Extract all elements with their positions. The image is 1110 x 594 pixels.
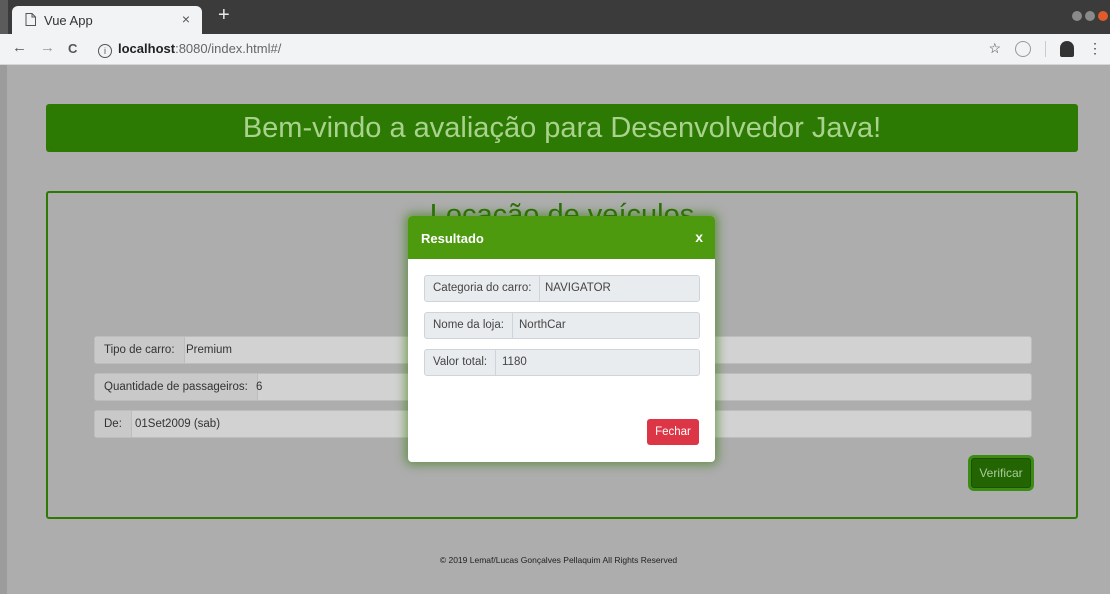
passengers-label: Quantidade de passageiros: [95,374,258,400]
car-type-label: Tipo de carro: [95,337,185,363]
welcome-banner: Bem-vindo a avaliação para Desenvolvedor… [46,104,1078,152]
browser-tab-bar: Vue App × + [0,0,1110,34]
store-name-field: Nome da loja: NorthCar [424,312,700,339]
modal-title: Resultado [421,231,484,246]
verify-button[interactable]: Verificar [971,458,1031,488]
url-path: :8080/index.html#/ [175,41,282,56]
browser-menu-icon[interactable]: ⋮ [1088,40,1102,57]
window-close-button[interactable] [1098,11,1108,21]
address-bar[interactable]: i localhost:8080/index.html#/ [98,41,281,58]
result-modal: Resultado x Categoria do carro: NAVIGATO… [408,216,715,462]
forward-button[interactable]: → [40,40,55,56]
total-value-label: Valor total: [425,350,497,375]
passengers-value: 6 [256,381,263,393]
back-button[interactable]: ← [12,40,27,56]
car-category-field: Categoria do carro: NAVIGATOR [424,275,700,302]
reload-button[interactable]: C [68,41,77,57]
close-button[interactable]: Fechar [647,419,699,445]
maximize-button[interactable] [1085,11,1095,21]
footer-copyright: © 2019 Lemaf/Lucas Gonçalves Pellaquim A… [439,555,678,565]
browser-tab[interactable]: Vue App × [12,6,202,34]
new-tab-button[interactable]: + [218,5,230,25]
tab-title: Vue App [44,13,93,28]
url-host: localhost [118,41,176,56]
store-name-value: NorthCar [519,319,566,331]
total-value-value: 1180 [502,356,527,368]
window-controls [1072,11,1108,21]
modal-header: Resultado x [408,216,715,259]
date-label: De: [95,411,132,437]
car-category-label: Categoria do carro: [425,276,541,301]
modal-close-icon[interactable]: x [695,229,703,245]
total-value-field: Valor total: 1180 [424,349,700,376]
site-info-icon[interactable]: i [98,44,112,58]
bookmark-star-icon[interactable]: ☆ [988,40,1001,57]
page-icon [25,13,36,26]
tab-close-icon[interactable]: × [182,11,190,27]
store-name-label: Nome da loja: [425,313,513,338]
car-type-value: Premium [186,344,233,356]
profile-avatar[interactable] [1060,40,1074,57]
date-value: 01Set2009 (sab) [135,418,221,430]
browser-toolbar: ← → C i localhost:8080/index.html#/ ☆ ⋮ [0,34,1110,65]
extension-icon[interactable] [1015,40,1031,57]
car-category-value: NAVIGATOR [545,282,611,294]
minimize-button[interactable] [1072,11,1082,21]
toolbar-actions: ☆ ⋮ [988,40,1102,57]
tab-strip-edge [0,0,8,34]
toolbar-divider [1045,40,1046,57]
